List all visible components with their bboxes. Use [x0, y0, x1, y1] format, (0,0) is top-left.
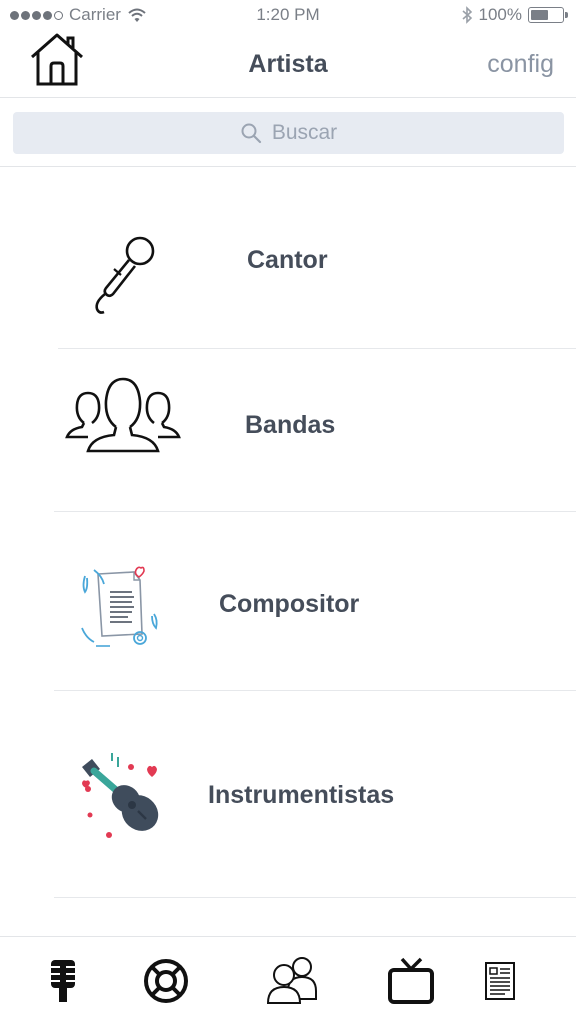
tab-document[interactable] [478, 951, 522, 1011]
battery-percent: 100% [478, 5, 522, 24]
list-item-compositor[interactable]: Compositor [0, 512, 576, 691]
list-item-cantor[interactable]: Cantor [0, 168, 576, 349]
tv-tab-icon [388, 957, 434, 1004]
guitar-icon [82, 753, 159, 838]
tab-people[interactable] [262, 951, 322, 1011]
list-item-label: Instrumentistas [208, 781, 395, 809]
document-tab-icon [485, 962, 515, 1000]
list-item-label: Compositor [219, 590, 360, 618]
lifebuoy-tab-icon [144, 959, 188, 1003]
group-icon [65, 377, 181, 453]
status-right: 100% [461, 5, 568, 25]
tab-lifebuoy[interactable] [138, 951, 194, 1011]
divider [54, 897, 576, 898]
list-item-instrumentistas[interactable]: Instrumentistas [0, 691, 576, 898]
search-area: Buscar [0, 99, 576, 167]
sheet-music-icon [81, 566, 158, 647]
list-item-label: Bandas [245, 411, 336, 439]
config-button[interactable]: config [487, 50, 554, 79]
tab-microphone[interactable] [38, 951, 88, 1011]
microphone-icon [95, 236, 155, 314]
nav-bar: Artista config [0, 32, 576, 98]
tab-tv[interactable] [384, 951, 438, 1011]
tab-bar [0, 936, 576, 1024]
list-item-label: Cantor [247, 246, 328, 274]
status-bar: Carrier 1:20 PM 100% [0, 0, 576, 32]
microphone-tab-icon [51, 960, 75, 1002]
people-tab-icon [266, 957, 317, 1004]
search-placeholder: Buscar [271, 121, 338, 144]
battery-icon [528, 7, 568, 23]
list-item-bandas[interactable]: Bandas [0, 349, 576, 512]
search-icon [241, 123, 261, 144]
bluetooth-icon [461, 6, 472, 24]
search-input[interactable]: Buscar [13, 112, 564, 154]
